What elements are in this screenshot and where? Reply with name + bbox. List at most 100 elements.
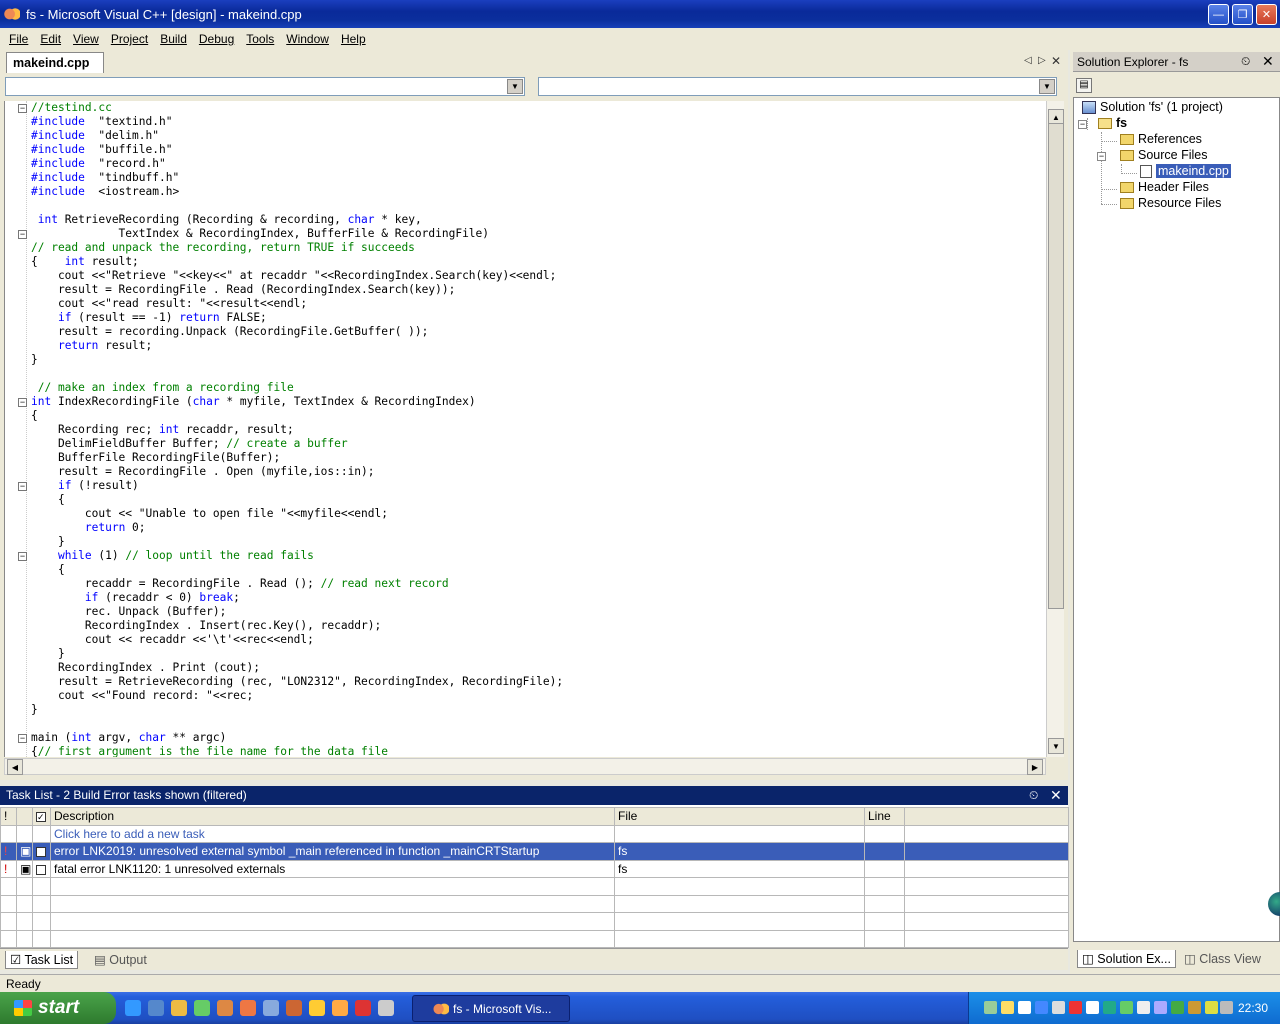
solution-icon: ◫ — [1082, 952, 1094, 966]
taskbar-button-visual-cpp[interactable]: fs - Microsoft Vis... — [412, 995, 570, 1022]
tray-icon[interactable] — [1035, 1001, 1048, 1014]
code-line: if (!result) — [57, 479, 139, 492]
tray-icon[interactable] — [1086, 1001, 1099, 1014]
scroll-down-icon[interactable]: ▼ — [1048, 738, 1064, 754]
app-icon[interactable] — [355, 1000, 371, 1016]
pin-icon[interactable]: ⏲ — [1029, 788, 1038, 803]
ie-icon[interactable] — [125, 1000, 141, 1016]
references-folder-icon — [1120, 133, 1134, 145]
tree-references[interactable]: References — [1120, 132, 1202, 146]
scroll-tabs-left-icon[interactable]: ◁ — [1024, 55, 1032, 66]
add-task-prompt[interactable]: Click here to add a new task — [50, 824, 615, 843]
tray-icon[interactable] — [1018, 1001, 1031, 1014]
scroll-left-icon[interactable]: ◀ — [7, 759, 23, 775]
tab-task-list[interactable]: ☑ Task List — [5, 951, 79, 969]
app-icon[interactable] — [286, 1000, 302, 1016]
collapse-icon[interactable]: − — [1097, 152, 1106, 161]
properties-icon[interactable]: ▤ — [1076, 78, 1092, 93]
code-line: { int result; — [31, 255, 139, 268]
network-icon[interactable] — [263, 1000, 279, 1016]
scroll-thumb[interactable] — [1048, 123, 1064, 609]
task-line — [864, 859, 905, 878]
tray-icon[interactable] — [1188, 1001, 1201, 1014]
priority-column-header[interactable]: ! — [0, 807, 17, 826]
tray-icon[interactable] — [1154, 1001, 1167, 1014]
lightning-icon[interactable] — [309, 1000, 325, 1016]
menu-debug[interactable]: Debug — [193, 32, 240, 46]
app-icon[interactable] — [378, 1000, 394, 1016]
menu-help[interactable]: Help — [335, 32, 372, 46]
add-task-row[interactable]: Click here to add a new task — [0, 824, 1069, 843]
tab-makeind-cpp[interactable]: makeind.cpp — [6, 52, 104, 73]
restore-button[interactable]: ❐ — [1232, 4, 1253, 25]
solution-explorer-header: Solution Explorer - fs ⏲ ✕ — [1073, 52, 1280, 72]
tray-icon[interactable] — [1001, 1001, 1014, 1014]
close-icon[interactable]: ✕ — [1050, 787, 1062, 804]
minimize-button[interactable]: — — [1208, 4, 1229, 25]
collapse-icon[interactable]: − — [18, 482, 27, 491]
collapse-icon[interactable]: − — [1078, 120, 1087, 129]
horizontal-scrollbar[interactable]: ◀ ▶ — [4, 758, 1046, 775]
tray-icon[interactable] — [1171, 1001, 1184, 1014]
tree-makeind-cpp[interactable]: makeind.cpp — [1140, 164, 1231, 178]
menu-project[interactable]: Project — [105, 32, 154, 46]
table-row[interactable]: ! ▣ fatal error LNK1120: 1 unresolved ex… — [0, 859, 1069, 878]
menu-file[interactable]: File — [3, 32, 34, 46]
close-button[interactable]: ✕ — [1256, 4, 1277, 25]
tab-solution-explorer[interactable]: ◫ Solution Ex... — [1077, 950, 1176, 968]
file-column-header[interactable]: File — [614, 807, 865, 826]
collapse-icon[interactable]: − — [18, 552, 27, 561]
menu-tools[interactable]: Tools — [240, 32, 280, 46]
task-checkbox[interactable] — [36, 864, 46, 875]
tray-icon[interactable] — [1052, 1001, 1065, 1014]
description-column-header[interactable]: Description — [50, 807, 615, 826]
tab-output[interactable]: ▤ Output — [90, 951, 151, 969]
close-icon[interactable]: ✕ — [1262, 53, 1274, 70]
collapse-icon[interactable]: − — [18, 104, 27, 113]
scroll-right-icon[interactable]: ▶ — [1027, 759, 1043, 775]
outlook-icon[interactable] — [148, 1000, 164, 1016]
menu-edit[interactable]: Edit — [34, 32, 67, 46]
tray-icon[interactable] — [984, 1001, 997, 1014]
app-icon[interactable] — [332, 1000, 348, 1016]
visual-studio-icon[interactable] — [240, 1000, 256, 1016]
tree-project[interactable]: fs — [1098, 116, 1127, 130]
app-icon — [4, 7, 20, 21]
start-button[interactable]: start — [0, 992, 116, 1024]
chevron-down-icon[interactable]: ▼ — [507, 79, 523, 94]
chevron-down-icon[interactable]: ▼ — [1039, 79, 1055, 94]
media-icon[interactable] — [194, 1000, 210, 1016]
menu-window[interactable]: Window — [280, 32, 335, 46]
tree-source-files[interactable]: Source Files — [1120, 148, 1207, 162]
tree-resource-files[interactable]: Resource Files — [1120, 196, 1221, 210]
type-column-header[interactable] — [16, 807, 33, 826]
collapse-icon[interactable]: − — [18, 734, 27, 743]
tab-class-view[interactable]: ◫ Class View — [1180, 950, 1265, 968]
tray-icon[interactable] — [1103, 1001, 1116, 1014]
menu-view[interactable]: View — [67, 32, 105, 46]
close-editor-icon[interactable]: ✕ — [1051, 54, 1061, 68]
tree-header-files[interactable]: Header Files — [1120, 180, 1209, 194]
pin-icon[interactable]: ⏲ — [1241, 54, 1250, 69]
scroll-tabs-right-icon[interactable]: ▷ — [1038, 55, 1046, 66]
vertical-scrollbar[interactable]: ▲ ▼ — [1046, 101, 1064, 757]
tray-icon[interactable] — [1120, 1001, 1133, 1014]
tray-icon[interactable] — [1137, 1001, 1150, 1014]
tray-icon[interactable] — [1069, 1001, 1082, 1014]
collapse-icon[interactable]: − — [18, 398, 27, 407]
types-dropdown[interactable]: ▼ — [5, 77, 525, 96]
line-column-header[interactable]: Line — [864, 807, 905, 826]
members-dropdown[interactable]: ▼ — [538, 77, 1057, 96]
code-line: } — [31, 535, 65, 548]
menu-build[interactable]: Build — [154, 32, 193, 46]
checked-column-header[interactable]: ✓ — [32, 807, 51, 826]
app-icon[interactable] — [217, 1000, 233, 1016]
tray-icon[interactable] — [1220, 1001, 1233, 1014]
table-row[interactable]: ! ▣ error LNK2019: unresolved external s… — [0, 842, 1069, 861]
tray-icon[interactable] — [1205, 1001, 1218, 1014]
tree-solution[interactable]: Solution 'fs' (1 project) — [1082, 100, 1223, 114]
folder-icon[interactable] — [171, 1000, 187, 1016]
code-editor[interactable]: − − − − − − //testind.cc #include "textin… — [4, 101, 1046, 757]
task-checkbox[interactable] — [36, 847, 46, 858]
collapse-icon[interactable]: − — [18, 230, 27, 239]
